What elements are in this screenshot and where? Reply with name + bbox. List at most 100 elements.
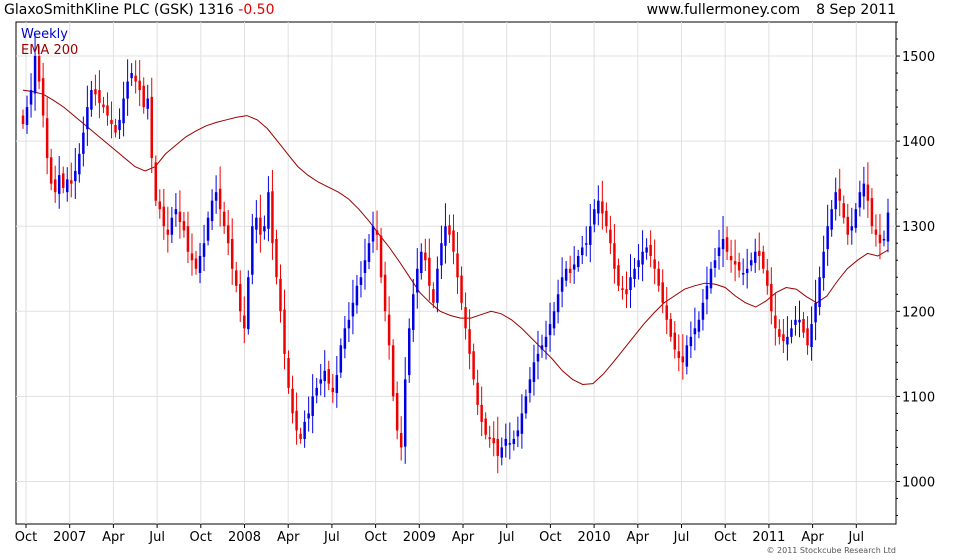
candle-up bbox=[637, 260, 640, 268]
candle-up bbox=[315, 387, 318, 396]
candle-up bbox=[440, 243, 443, 266]
candle-down bbox=[866, 184, 870, 201]
candle-up bbox=[351, 302, 355, 317]
candle-down bbox=[802, 318, 805, 333]
candle-up bbox=[520, 413, 524, 434]
candle-up bbox=[130, 73, 133, 79]
candle-up bbox=[593, 209, 596, 225]
candle-down bbox=[432, 289, 435, 303]
candle-up bbox=[834, 192, 837, 210]
x-tick-label: Jul bbox=[498, 530, 515, 545]
candle-up bbox=[548, 324, 552, 336]
candle-up bbox=[247, 277, 250, 330]
candle-down bbox=[41, 78, 45, 116]
candle-down bbox=[259, 217, 262, 235]
candle-down bbox=[327, 369, 331, 384]
candle-up bbox=[323, 370, 326, 382]
candle-up bbox=[882, 238, 886, 241]
candle-up bbox=[355, 285, 359, 306]
y-tick-label: 1400 bbox=[902, 135, 935, 150]
x-tick-label: 2010 bbox=[578, 530, 611, 545]
candle-up bbox=[307, 413, 310, 419]
candle-down bbox=[838, 188, 841, 201]
x-tick-label: Oct bbox=[190, 530, 212, 545]
candle-down bbox=[774, 315, 777, 329]
x-tick-label: Oct bbox=[714, 530, 736, 545]
candle-down bbox=[870, 198, 874, 227]
candle-up bbox=[335, 375, 339, 393]
candle-up bbox=[794, 319, 797, 325]
candle-down bbox=[142, 85, 145, 108]
candle-up bbox=[560, 277, 564, 292]
candle-up bbox=[685, 345, 689, 367]
candle-up bbox=[540, 345, 544, 350]
candle-down bbox=[681, 356, 685, 363]
candle-up bbox=[556, 294, 560, 313]
x-tick-label: Apr bbox=[452, 530, 475, 545]
candle-down bbox=[484, 418, 487, 435]
candle-down bbox=[150, 96, 153, 159]
candle-up bbox=[753, 251, 757, 263]
candle-up bbox=[886, 212, 890, 242]
candle-down bbox=[657, 268, 660, 286]
candle-down bbox=[613, 243, 616, 269]
x-tick-label: Jul bbox=[148, 530, 165, 545]
candle-up bbox=[810, 324, 813, 348]
candle-up bbox=[717, 247, 721, 256]
candle-down bbox=[218, 188, 222, 210]
legend-item: Weekly bbox=[21, 27, 68, 42]
candle-up bbox=[78, 153, 81, 175]
candle-down bbox=[766, 270, 769, 286]
candle-up bbox=[118, 119, 121, 131]
candle-down bbox=[49, 157, 53, 184]
candle-down bbox=[448, 225, 451, 235]
candle-up bbox=[29, 90, 33, 105]
candle-down bbox=[669, 318, 672, 337]
candle-down bbox=[778, 329, 781, 337]
y-tick-label: 1100 bbox=[902, 390, 935, 405]
candle-up bbox=[745, 268, 749, 273]
candle-down bbox=[383, 274, 387, 312]
candle-up bbox=[90, 90, 93, 110]
y-tick-label: 1000 bbox=[902, 475, 935, 490]
candle-up bbox=[645, 247, 648, 253]
candle-up bbox=[564, 268, 568, 281]
candle-up bbox=[689, 336, 693, 347]
candle-up bbox=[403, 379, 407, 447]
candle-down bbox=[110, 119, 113, 125]
candle-up bbox=[633, 268, 636, 279]
candle-down bbox=[846, 216, 850, 235]
candle-down bbox=[279, 278, 282, 312]
candle-up bbox=[251, 226, 254, 275]
candle-up bbox=[416, 268, 419, 293]
candle-up bbox=[814, 302, 817, 323]
candle-up bbox=[589, 226, 592, 245]
copyright-text: © 2011 Stockcube Research Ltd bbox=[766, 546, 896, 555]
candle-up bbox=[749, 260, 753, 266]
candle-down bbox=[299, 433, 302, 439]
candle-up bbox=[713, 260, 717, 268]
candle-down bbox=[283, 309, 286, 354]
candle-up bbox=[709, 268, 713, 289]
candle-up bbox=[524, 396, 528, 414]
candle-down bbox=[138, 80, 141, 91]
candle-down bbox=[194, 258, 198, 269]
candle-up bbox=[741, 273, 745, 275]
candle-down bbox=[460, 275, 463, 303]
candle-down bbox=[605, 210, 608, 227]
candle-up bbox=[500, 447, 504, 458]
candle-up bbox=[444, 226, 447, 246]
candle-down bbox=[472, 351, 475, 380]
x-tick-label: 2008 bbox=[228, 530, 261, 545]
candle-down bbox=[182, 221, 186, 231]
candle-down bbox=[166, 229, 170, 235]
candle-up bbox=[705, 285, 709, 300]
candle-up bbox=[420, 251, 423, 273]
candle-up bbox=[504, 438, 508, 446]
candle-down bbox=[178, 211, 182, 222]
candle-down bbox=[621, 288, 624, 291]
candle-up bbox=[436, 268, 439, 303]
x-tick-label: 2009 bbox=[403, 530, 436, 545]
candle-down bbox=[287, 358, 290, 388]
candle-up bbox=[146, 98, 149, 109]
